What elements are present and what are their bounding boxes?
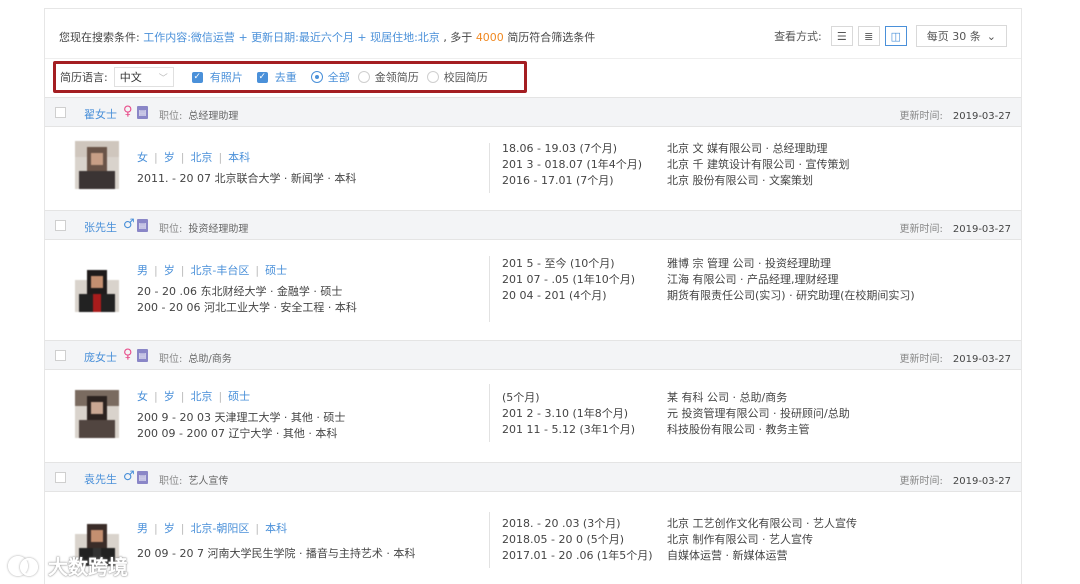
radio-icon	[357, 71, 370, 83]
candidate-header: 袁先生 ♂ ▤ 职位: 艺人宣传 更新时间: 2019-03-27	[45, 462, 1021, 492]
education-item: 20 09 - 20 7 河南大学民生学院 · 播音与主持艺术 · 本科	[137, 547, 416, 560]
condition-job-content[interactable]: 工作内容:微信运营	[143, 31, 235, 44]
candidate-card: 张先生 ♂ ▤ 职位: 投资经理助理 更新时间: 2019-03-27 男 | 岁 | 北京…	[45, 210, 1021, 339]
card-view-icon[interactable]: ◫	[884, 26, 907, 46]
update-time: 更新时间: 2019-03-27	[899, 354, 1012, 365]
candidate-header: 张先生 ♂ ▤ 职位: 投资经理助理 更新时间: 2019-03-27	[45, 210, 1021, 240]
basic-info: 女 | 岁 | 北京 | 硕士	[137, 390, 251, 403]
candidate-position: 职位: 总经理助理	[159, 111, 239, 122]
work-dates: 2018. - 20 .03 (3个月) 2018.05 - 20 0 (5个月…	[502, 517, 653, 562]
female-icon: ♀	[123, 104, 133, 119]
resume-icon: ▤	[137, 106, 148, 119]
work-dates: 201 5 - 至今 (10个月) 201 07 - .05 (1年10个月) …	[502, 257, 636, 302]
condition-location[interactable]: 现居住地:北京	[370, 31, 440, 44]
divider	[489, 384, 490, 442]
basic-info: 女 | 岁 | 北京 | 本科	[137, 151, 251, 164]
education-list: 20 - 20 .06 东北财经大学 · 金融学 · 硕士 200 - 20 0…	[137, 284, 357, 316]
divider	[489, 512, 490, 568]
education-list: 200 9 - 20 03 天津理工大学 · 其他 · 硕士 200 09 - …	[137, 410, 345, 442]
chevron-down-icon: ﹀	[158, 73, 168, 84]
radio-campus[interactable]: 校园简历	[426, 69, 488, 85]
education-item: 20 - 20 .06 东北财经大学 · 金融学 · 硕士	[137, 285, 343, 298]
divider	[489, 256, 490, 322]
watermark-text: 大数跨境	[48, 555, 128, 579]
update-time: 更新时间: 2019-03-27	[899, 224, 1012, 235]
resume-icon: ▤	[137, 471, 148, 484]
dedupe-checkbox[interactable]: ✓ 去重	[256, 69, 297, 85]
candidate-card: 庞女士 ♀ ▤ 职位: 总助/商务 更新时间: 2019-03-27 女 | 岁 | 北京 |…	[45, 340, 1021, 461]
watermark: 大数跨境	[8, 551, 128, 580]
education-item: 200 09 - 200 07 辽宁大学 · 其他 · 本科	[137, 427, 338, 440]
select-checkbox[interactable]	[55, 472, 66, 483]
male-icon: ♂	[123, 469, 135, 484]
male-icon: ♂	[123, 217, 135, 232]
candidate-name[interactable]: 庞女士	[84, 349, 117, 365]
education-list: 2011. - 20 07 北京联合大学 · 新闻学 · 本科	[137, 171, 356, 187]
per-page-select[interactable]: 每页 30 条 ⌄	[915, 25, 1007, 47]
candidate-name[interactable]: 翟女士	[84, 106, 117, 122]
education-list: 20 09 - 20 7 河南大学民生学院 · 播音与主持艺术 · 本科	[137, 546, 415, 562]
candidate-body: 女 | 岁 | 北京 | 硕士 200 9 - 20 03 天津理工大学 · 其他 · 硕士…	[45, 370, 1021, 461]
candidate-header: 庞女士 ♀ ▤ 职位: 总助/商务 更新时间: 2019-03-27	[45, 340, 1021, 370]
resume-icon: ▤	[137, 349, 148, 362]
education-item: 2011. - 20 07 北京联合大学 · 新闻学 · 本科	[137, 172, 357, 185]
view-mode-switcher: 查看方式: ☰ ≣ ◫ 每页 30 条 ⌄	[774, 25, 1007, 47]
candidate-name[interactable]: 张先生	[84, 219, 117, 235]
avatar[interactable]	[75, 264, 119, 312]
chevron-down-icon: ⌄	[986, 29, 996, 43]
candidate-card: 袁先生 ♂ ▤ 职位: 艺人宣传 更新时间: 2019-03-27 男 | 岁 | 北京-朝…	[45, 462, 1021, 584]
basic-info: 男 | 岁 | 北京-丰台区 | 硕士	[137, 264, 288, 277]
radio-icon	[426, 71, 439, 83]
candidate-body: 男 | 岁 | 北京-丰台区 | 硕士 20 - 20 .06 东北财经大学 · 金融学 ·…	[45, 240, 1021, 339]
education-item: 200 9 - 20 03 天津理工大学 · 其他 · 硕士	[137, 411, 346, 424]
select-checkbox[interactable]	[55, 350, 66, 361]
candidate-position: 职位: 艺人宣传	[159, 476, 229, 487]
resume-icon: ▤	[137, 219, 148, 232]
work-dates: (5个月) 201 2 - 3.10 (1年8个月) 201 11 - 5.12…	[502, 391, 636, 436]
education-item: 200 - 20 06 河北工业大学 · 安全工程 · 本科	[137, 301, 357, 314]
work-experience: 雅博 宗 管理 公司 · 投资经理助理 江海 有限公司 · 产品经理,理财经理 …	[667, 257, 915, 302]
view-mode-label: 查看方式:	[774, 30, 822, 43]
search-summary-bar: 您现在搜索条件: 工作内容:微信运营 + 更新日期:最近六个月 + 现居住地:北…	[45, 9, 1021, 59]
detail-list-icon[interactable]: ≣	[857, 26, 880, 46]
female-icon: ♀	[123, 347, 133, 362]
candidate-body: 女 | 岁 | 北京 | 本科 2011. - 20 07 北京联合大学 · 新闻学 · 本…	[45, 127, 1021, 209]
avatar[interactable]	[75, 390, 119, 438]
select-checkbox[interactable]	[55, 220, 66, 231]
candidate-position: 职位: 投资经理助理	[159, 224, 249, 235]
divider	[489, 143, 490, 193]
update-time: 更新时间: 2019-03-27	[899, 476, 1012, 487]
radio-all[interactable]: 全部	[310, 69, 350, 85]
candidate-header: 翟女士 ♀ ▤ 职位: 总经理助理 更新时间: 2019-03-27	[45, 97, 1021, 127]
candidate-card: 翟女士 ♀ ▤ 职位: 总经理助理 更新时间: 2019-03-27 女 | 岁 | 北京 |…	[45, 97, 1021, 209]
list-icon[interactable]: ☰	[830, 26, 853, 46]
radio-gold-collar[interactable]: 金领简历	[357, 69, 419, 85]
candidate-body: 男 | 岁 | 北京-朝阳区 | 本科 20 09 - 20 7 河南大学民生学院 · 播音…	[45, 492, 1021, 584]
work-experience: 北京 文 媒有限公司 · 总经理助理 北京 千 建筑设计有限公司 · 宣传策划 …	[667, 142, 850, 187]
has-photo-checkbox[interactable]: ✓ 有照片	[191, 69, 243, 85]
basic-info: 男 | 岁 | 北京-朝阳区 | 本科	[137, 522, 288, 535]
condition-update-date[interactable]: 更新日期:最近六个月	[251, 31, 354, 44]
resume-language-select[interactable]: 中文 ﹀	[113, 67, 174, 87]
work-dates: 18.06 - 19.03 (7个月) 201 3 - 018.07 (1年4个…	[502, 142, 643, 187]
update-time: 更新时间: 2019-03-27	[899, 111, 1012, 122]
checkbox-checked-icon: ✓	[256, 71, 268, 83]
select-checkbox[interactable]	[55, 107, 66, 118]
resume-language-label: 简历语言:	[60, 71, 108, 84]
resume-search-panel: 您现在搜索条件: 工作内容:微信运营 + 更新日期:最近六个月 + 现居住地:北…	[44, 8, 1022, 584]
radio-selected-icon	[310, 71, 323, 83]
candidate-position: 职位: 总助/商务	[159, 354, 232, 365]
work-experience: 某 有科 公司 · 总助/商务 元 投资管理有限公司 · 投研顾问/总助 科技股…	[667, 391, 850, 436]
search-conditions: 您现在搜索条件: 工作内容:微信运营 + 更新日期:最近六个月 + 现居住地:北…	[59, 31, 596, 44]
result-count: 4000	[475, 31, 504, 44]
avatar[interactable]	[75, 141, 119, 189]
work-experience: 北京 工艺创作文化有限公司 · 艺人宣传 北京 制作有限公司 · 艺人宣传 自媒…	[667, 517, 857, 562]
filter-highlight-box: 简历语言: 中文 ﹀ ✓ 有照片 ✓ 去重 全部 金领简历 校园简历	[53, 61, 527, 93]
watermark-logo-icon	[8, 554, 42, 578]
candidate-name[interactable]: 袁先生	[84, 471, 117, 487]
filter-bar: 简历语言: 中文 ﹀ ✓ 有照片 ✓ 去重 全部 金领简历 校园简历	[45, 59, 1021, 97]
checkbox-checked-icon: ✓	[191, 71, 203, 83]
